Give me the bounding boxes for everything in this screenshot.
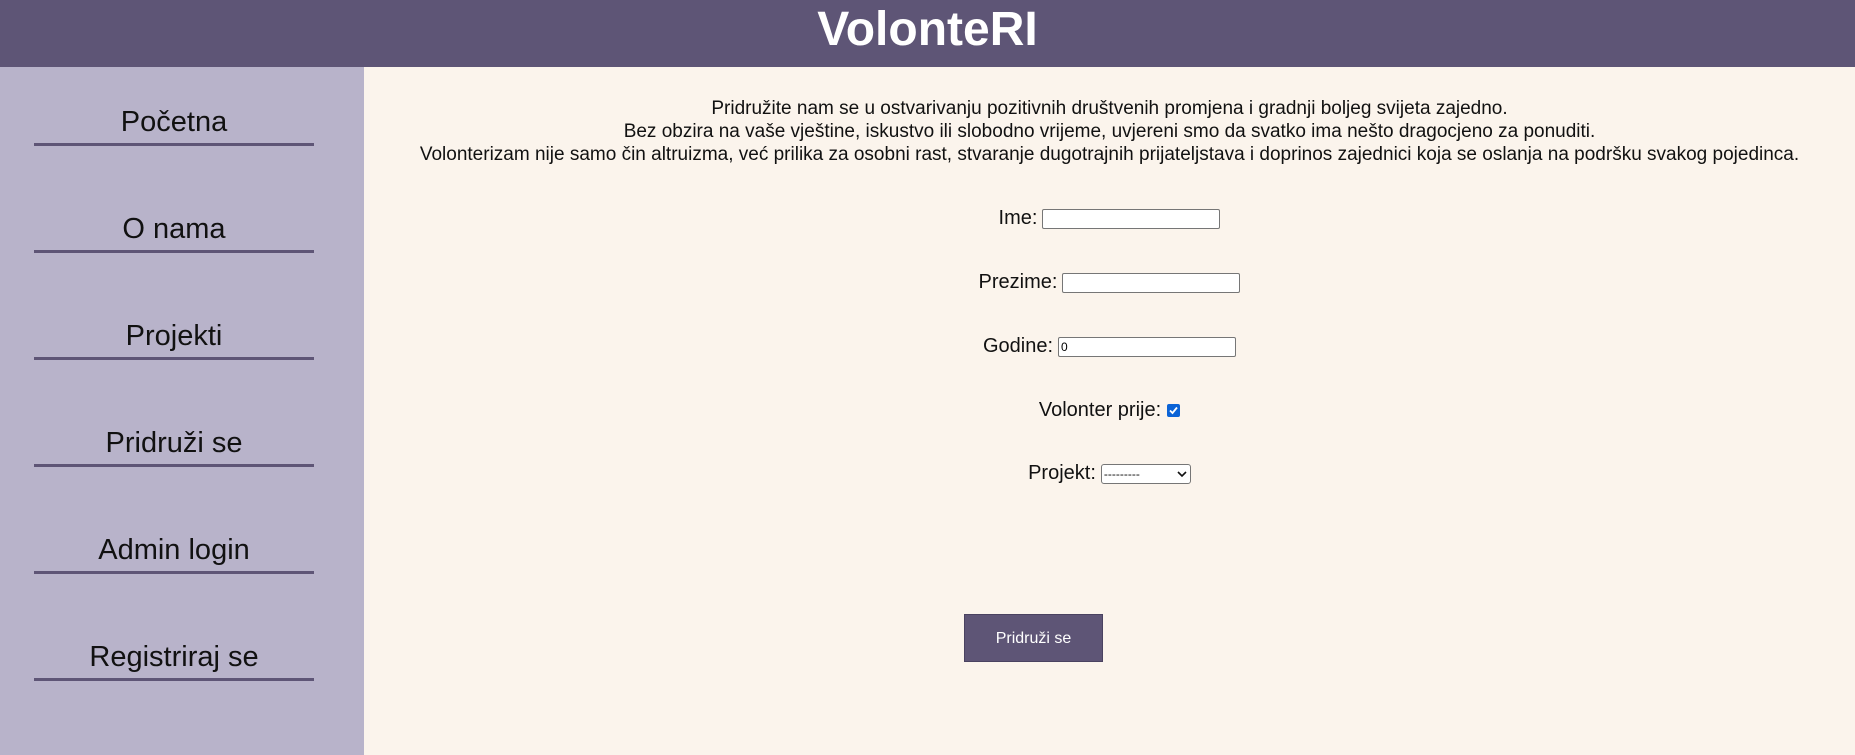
sidebar-item-admin-login[interactable]: Admin login [34,529,314,574]
sidebar: Početna O nama Projekti Pridruži se Admi… [0,67,364,755]
last-name-label: Prezime: [978,271,1058,293]
intro-line: Bez obzira na vaše vještine, iskustvo il… [623,121,1596,142]
sidebar-item-projekti[interactable]: Projekti [34,315,314,360]
intro-line: Volonterizam nije samo čin altruizma, ve… [419,144,1800,165]
intro-line: Pridružite nam se u ostvarivanju pozitiv… [711,98,1508,119]
sidebar-item-pocetna[interactable]: Početna [34,101,314,146]
form-row-project: Projekt: --------- [364,460,1855,486]
age-input[interactable] [1058,336,1237,357]
form-row-volunteered: Volonter prije: [364,397,1855,423]
main-content: Pridružite nam se u ostvarivanju pozitiv… [364,67,1855,755]
intro-text: Pridružite nam se u ostvarivanju pozitiv… [364,97,1855,166]
project-select[interactable]: --------- [1100,463,1191,484]
project-selected-value: --------- [1103,466,1140,481]
sidebar-item-pridruzi-se[interactable]: Pridruži se [34,422,314,467]
checkmark-icon [1169,407,1178,415]
header-bar: VolonteRI [0,0,1855,67]
site-title: VolonteRI [817,2,1038,56]
sidebar-item-registriraj-se[interactable]: Registriraj se [34,636,314,681]
form-row-last-name: Prezime: [364,269,1855,295]
project-label: Projekt: [1028,462,1096,484]
join-button[interactable]: Pridruži se [964,614,1103,662]
last-name-input[interactable] [1062,272,1241,293]
volunteered-label: Volonter prije: [1038,399,1162,421]
sidebar-item-o-nama[interactable]: O nama [34,208,314,253]
form-row-first-name: Ime: [364,205,1855,231]
volunteered-checkbox[interactable] [1167,404,1181,418]
first-name-label: Ime: [998,207,1038,229]
age-label: Godine: [982,335,1054,357]
chevron-down-icon [1177,471,1187,477]
first-name-input[interactable] [1042,208,1221,229]
form-row-age: Godine: [364,333,1855,359]
